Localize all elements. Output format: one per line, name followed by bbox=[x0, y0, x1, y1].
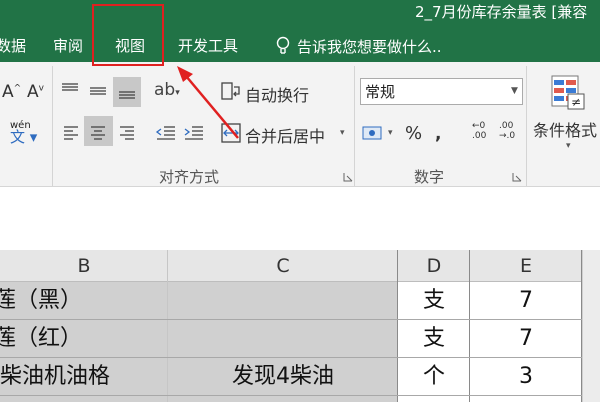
tab-data[interactable]: 数据 bbox=[0, 35, 26, 56]
column-header-b[interactable]: B bbox=[0, 250, 168, 282]
tab-review[interactable]: 审阅 bbox=[53, 35, 83, 56]
merge-center-button[interactable]: 合并后居中 bbox=[245, 123, 325, 147]
number-group-label: 数字 bbox=[414, 168, 445, 186]
tab-developer[interactable]: 开发工具 bbox=[178, 35, 238, 56]
conditional-format-button[interactable]: 条件格式 bbox=[533, 117, 597, 141]
cell-c-row3[interactable]: 发现4柴油 bbox=[168, 358, 398, 396]
comma-style-icon[interactable]: , bbox=[435, 124, 441, 144]
shrink-font-button[interactable]: Av bbox=[27, 82, 44, 102]
alignment-group-label: 对齐方式 bbox=[159, 168, 220, 186]
cell-b-row2[interactable]: 莲（红） bbox=[0, 320, 82, 358]
merge-dropdown-caret[interactable]: ▾ bbox=[340, 128, 345, 138]
shrink-font-label: A bbox=[27, 82, 39, 102]
decrease-indent-icon[interactable] bbox=[155, 124, 177, 142]
align-left-icon[interactable] bbox=[62, 124, 80, 142]
merge-center-icon bbox=[221, 123, 241, 143]
currency-format-icon[interactable] bbox=[362, 124, 384, 142]
cell-e-row2[interactable]: 7 bbox=[470, 320, 582, 358]
alignment-launcher-icon[interactable] bbox=[343, 172, 353, 182]
wrap-text-button[interactable]: 自动换行 bbox=[245, 82, 309, 106]
group-separator bbox=[354, 66, 355, 186]
group-separator bbox=[526, 66, 527, 186]
conditional-format-icon: ≠ bbox=[551, 75, 585, 110]
increase-decimal-icon[interactable]: ←0.00 bbox=[472, 121, 486, 141]
cell-c-row1[interactable] bbox=[168, 282, 398, 320]
chevron-down-icon: ▼ bbox=[511, 86, 518, 96]
group-separator bbox=[52, 66, 53, 186]
grow-font-label: A bbox=[2, 82, 14, 102]
decrease-decimal-icon[interactable]: .00 →.0 bbox=[499, 121, 515, 141]
column-header-c[interactable]: C bbox=[168, 250, 398, 282]
cell-e-row3[interactable]: 3 bbox=[470, 358, 582, 396]
highlight-box bbox=[92, 4, 164, 66]
vertical-scrollbar[interactable] bbox=[582, 250, 600, 402]
cell-c-row2[interactable] bbox=[168, 320, 398, 358]
align-bottom-icon bbox=[119, 91, 135, 99]
number-launcher-icon[interactable] bbox=[512, 172, 522, 182]
cell-d-row2[interactable]: 支 bbox=[398, 320, 470, 358]
align-top-icon[interactable] bbox=[60, 82, 80, 100]
currency-dropdown-caret[interactable]: ▾ bbox=[388, 128, 393, 138]
tell-me-search[interactable]: 告诉我您想要做什么.. bbox=[297, 36, 442, 57]
svg-text:≠: ≠ bbox=[571, 95, 581, 109]
cell-d-row1[interactable]: 支 bbox=[398, 282, 470, 320]
cell-e-row1[interactable]: 7 bbox=[470, 282, 582, 320]
align-right-icon[interactable] bbox=[118, 124, 136, 142]
lightbulb-icon bbox=[276, 36, 290, 54]
column-header-e[interactable]: E bbox=[470, 250, 582, 282]
wrap-text-icon bbox=[221, 82, 240, 100]
align-middle-icon[interactable] bbox=[88, 82, 108, 100]
grow-font-button[interactable]: A^ bbox=[2, 82, 21, 102]
phonetic-button[interactable]: wén 文 ▾ bbox=[10, 120, 37, 145]
window-title: 2_7月份库存余量表 [兼容 bbox=[415, 3, 588, 21]
cell-d-row3[interactable]: 个 bbox=[398, 358, 470, 396]
align-center-icon bbox=[91, 126, 105, 140]
orientation-icon[interactable]: ab▾ bbox=[154, 80, 180, 100]
conditional-format-caret[interactable]: ▾ bbox=[566, 141, 571, 151]
number-format-value: 常规 bbox=[365, 83, 396, 101]
formula-bar-area bbox=[0, 188, 600, 238]
column-header-d[interactable]: D bbox=[398, 250, 470, 282]
cell-b-row1[interactable]: 莲（黑） bbox=[0, 282, 82, 320]
increase-indent-icon[interactable] bbox=[183, 124, 205, 142]
cell-b-row3[interactable]: 柴油机油格 bbox=[0, 358, 110, 396]
percent-style-button[interactable]: % bbox=[405, 123, 422, 144]
